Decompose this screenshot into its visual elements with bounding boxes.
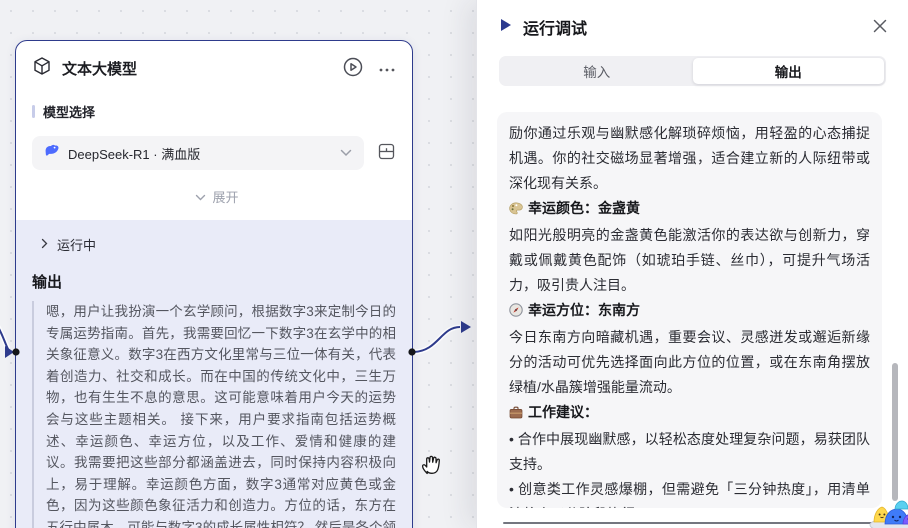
play-circle-icon (342, 56, 364, 81)
label-accent-bar (32, 105, 35, 118)
chevron-down-icon (195, 189, 206, 204)
run-node-button[interactable] (342, 56, 364, 81)
output-paragraph: 如阳光般明亮的金盏黄色能激活你的表达欲与创新力，穿戴或佩戴黄色配饰（如琥珀手链、… (509, 223, 870, 298)
config-icon (377, 142, 396, 164)
model-select-value: DeepSeek-R1 · 满血版 (68, 144, 200, 163)
ellipsis-icon (378, 61, 396, 76)
close-icon (872, 18, 888, 37)
expand-label: 展开 (212, 187, 238, 206)
llm-node-card[interactable]: 文本大模型 模型选择 (15, 40, 413, 528)
wire-arrowhead (5, 346, 14, 358)
close-button[interactable] (872, 18, 888, 37)
output-bullet: • 合作中展现幽默感，以轻松态度处理复杂问题，易获团队支持。 (509, 427, 870, 477)
debug-panel-title: 运行调试 (523, 15, 872, 39)
model-select-dropdown[interactable]: DeepSeek-R1 · 满血版 (32, 136, 364, 170)
wire-arrowhead (461, 321, 471, 333)
debug-output-content: 励你通过乐观与幽默感化解琐碎烦恼，用轻盈的心态捕捉机遇。你的社交磁场显著增强，适… (497, 112, 882, 508)
palette-icon (509, 198, 523, 223)
briefcase-icon (509, 402, 523, 427)
node-header: 文本大模型 (16, 41, 412, 81)
bottom-panel-divider (503, 522, 892, 524)
node-title: 文本大模型 (62, 58, 342, 79)
cube-icon (32, 56, 52, 81)
output-heading-lucky-direction: 幸运方位：东南方 (509, 298, 870, 325)
running-status-label: 运行中 (57, 235, 96, 254)
output-heading-lucky-color: 幸运颜色：金盏黄 (509, 196, 870, 223)
hand-cursor (420, 451, 443, 481)
assistant-mascot-button[interactable] (865, 488, 908, 528)
output-heading-work-advice: 工作建议： (509, 400, 870, 427)
running-status-toggle[interactable]: 运行中 (32, 231, 396, 258)
chevron-down-icon (340, 144, 352, 162)
play-triangle-icon (500, 18, 512, 37)
run-debug-panel: 运行调试 输入 输出 励你通过乐观与幽默感化解琐碎烦恼，用轻盈的心态捕捉机遇。你… (476, 0, 908, 528)
tab-input[interactable]: 输入 (501, 58, 693, 84)
model-select-label-row: 模型选择 (32, 102, 396, 121)
compass-icon (509, 300, 523, 325)
vertical-scrollbar[interactable] (892, 363, 898, 501)
model-config-button[interactable] (377, 142, 396, 164)
output-paragraph: 今日东南方向暗藏机遇，重要会议、灵感迸发或邂逅新缘分的活动可优先选择面向此方位的… (509, 325, 870, 400)
node-run-section: 运行中 输出 嗯，用户让我扮演一个玄学顾问，根据数字3来定制今日的专属运势指南。… (16, 220, 412, 528)
node-output-title: 输出 (32, 271, 396, 292)
node-output-text: 嗯，用户让我扮演一个玄学顾问，根据数字3来定制今日的专属运势指南。首先，我需要回… (32, 301, 396, 528)
output-paragraph: 励你通过乐观与幽默感化解琐碎烦恼，用轻盈的心态捕捉机遇。你的社交磁场显著增强，适… (509, 121, 870, 196)
expand-toggle[interactable]: 展开 (16, 187, 412, 206)
chevron-right-icon (41, 237, 48, 252)
model-select-label: 模型选择 (43, 102, 95, 121)
deepseek-whale-icon (44, 143, 60, 164)
more-menu-button[interactable] (378, 61, 396, 76)
io-tab-switcher: 输入 输出 (499, 56, 886, 86)
tab-output[interactable]: 输出 (693, 58, 885, 84)
output-bullet: • 创意类工作灵感爆棚，但需避免「三分钟热度」，用清单法将点子分阶段执行。 (509, 477, 870, 508)
